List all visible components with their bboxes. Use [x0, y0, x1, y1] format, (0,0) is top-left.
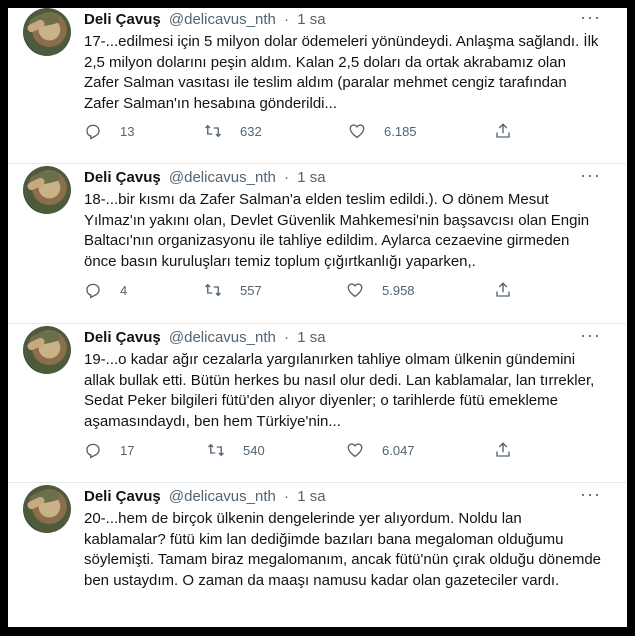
more-icon[interactable]: ··· [580, 326, 601, 344]
heart-icon [347, 283, 363, 298]
tweet-header: Deli Çavuş @delicavus_nth · 1 sa [84, 169, 326, 187]
display-name[interactable]: Deli Çavuş [84, 329, 161, 346]
timestamp[interactable]: 1 sa [297, 11, 325, 28]
retweet-count: 632 [240, 123, 262, 139]
reply-count: 13 [120, 123, 135, 139]
tweet-actions: 17 540 6.047 [84, 441, 524, 461]
like-count: 5.958 [382, 282, 415, 298]
share-button[interactable] [494, 441, 512, 459]
display-name[interactable]: Deli Çavuş [84, 169, 161, 186]
separator: · [284, 488, 290, 505]
reply-button[interactable]: 17 [84, 441, 134, 459]
like-button[interactable]: 5.958 [346, 281, 415, 299]
avatar[interactable] [23, 485, 71, 533]
reply-icon [86, 443, 100, 459]
retweet-count: 557 [240, 282, 262, 298]
more-icon[interactable]: ··· [580, 166, 601, 184]
timestamp[interactable]: 1 sa [297, 488, 325, 505]
tweet[interactable]: Deli Çavuş @delicavus_nth · 1 sa ··· 20-… [8, 485, 627, 627]
timeline: Deli Çavuş @delicavus_nth · 1 sa ··· 17-… [8, 8, 627, 627]
avatar[interactable] [23, 8, 71, 56]
reply-button[interactable]: 13 [84, 122, 134, 140]
share-icon [496, 282, 510, 297]
share-button[interactable] [494, 281, 512, 299]
heart-icon [347, 443, 363, 458]
tweet[interactable]: Deli Çavuş @delicavus_nth · 1 sa ··· 19-… [8, 326, 627, 483]
tweet-actions: 13 632 6.185 [84, 122, 524, 142]
timestamp[interactable]: 1 sa [297, 329, 325, 346]
retweet-button[interactable]: 632 [204, 122, 262, 140]
tweet-text: 20-...hem de birçok ülkenin dengelerinde… [84, 510, 602, 589]
avatar[interactable] [23, 326, 71, 374]
tweet[interactable]: Deli Çavuş @delicavus_nth · 1 sa ··· 17-… [8, 8, 627, 164]
like-button[interactable]: 6.185 [348, 122, 417, 140]
display-name[interactable]: Deli Çavuş [84, 11, 161, 28]
reply-icon [86, 124, 100, 140]
tweet-actions: 4 557 5.958 [84, 281, 524, 301]
retweet-count: 540 [243, 442, 265, 458]
like-button[interactable]: 6.047 [346, 441, 415, 459]
tweet-header: Deli Çavuş @delicavus_nth · 1 sa [84, 329, 326, 347]
tweet-text: 17-...edilmesi için 5 milyon dolar ödeme… [84, 33, 599, 112]
tweet-header: Deli Çavuş @delicavus_nth · 1 sa [84, 488, 326, 506]
share-icon [496, 123, 510, 138]
heart-icon [349, 124, 365, 139]
share-icon [496, 442, 510, 457]
tweet[interactable]: Deli Çavuş @delicavus_nth · 1 sa ··· 18-… [8, 166, 627, 324]
tweet-text: 18-...bir kısmı da Zafer Salman'a elden … [84, 191, 590, 270]
user-handle[interactable]: @delicavus_nth [169, 488, 276, 505]
reply-button[interactable]: 4 [84, 281, 127, 299]
reply-icon [86, 283, 100, 299]
retweet-icon [208, 443, 224, 457]
avatar[interactable] [23, 166, 71, 214]
more-icon[interactable]: ··· [580, 8, 601, 26]
separator: · [284, 329, 290, 346]
reply-count: 17 [120, 442, 135, 458]
separator: · [284, 169, 290, 186]
separator: · [284, 11, 290, 28]
timestamp[interactable]: 1 sa [297, 169, 325, 186]
user-handle[interactable]: @delicavus_nth [169, 11, 276, 28]
retweet-icon [205, 124, 221, 138]
display-name[interactable]: Deli Çavuş [84, 488, 161, 505]
share-button[interactable] [494, 122, 512, 140]
retweet-button[interactable]: 540 [207, 441, 265, 459]
reply-count: 4 [120, 282, 128, 298]
more-icon[interactable]: ··· [580, 485, 601, 503]
tweet-text: 19-...o kadar ağır cezalarla yargılanırk… [84, 351, 595, 430]
like-count: 6.047 [382, 442, 415, 458]
retweet-button[interactable]: 557 [204, 281, 262, 299]
user-handle[interactable]: @delicavus_nth [169, 169, 276, 186]
retweet-icon [205, 283, 221, 297]
tweet-header: Deli Çavuş @delicavus_nth · 1 sa [84, 11, 326, 29]
user-handle[interactable]: @delicavus_nth [169, 329, 276, 346]
like-count: 6.185 [384, 123, 417, 139]
